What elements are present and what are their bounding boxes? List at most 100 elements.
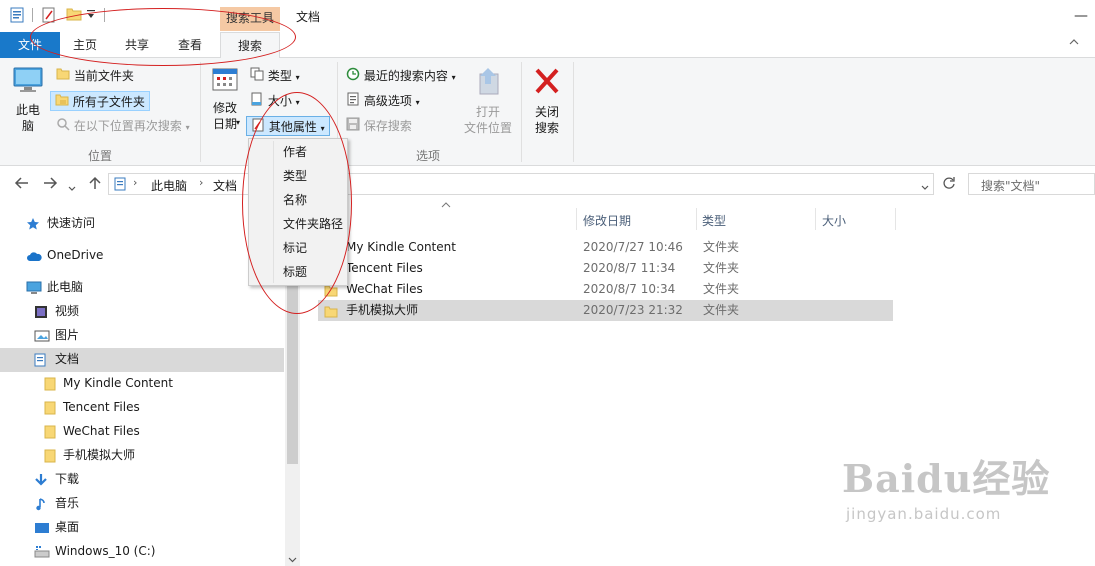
size-label: 大小: [267, 94, 292, 108]
this-pc-label: 此电 脑: [15, 103, 40, 133]
folder-icon: [44, 376, 56, 398]
menu-item-name[interactable]: 名称: [283, 189, 307, 211]
minimize-icon[interactable]: —: [1074, 8, 1088, 24]
nav-item-my-kindle-content[interactable]: My Kindle Content: [44, 372, 173, 394]
chevron-down-icon: ▾: [451, 73, 456, 82]
chevron-down-icon: ▾: [295, 73, 300, 82]
menu-item-type[interactable]: 类型: [283, 165, 307, 187]
recent-locations-chevron-icon[interactable]: [68, 180, 76, 196]
column-divider: [815, 208, 816, 230]
nav-item-label: 文档: [55, 352, 80, 366]
tab-home[interactable]: 主页: [60, 32, 110, 58]
nav-item-this-pc[interactable]: 此电脑: [26, 276, 83, 298]
forward-arrow-icon[interactable]: [42, 176, 58, 194]
tab-view[interactable]: 查看: [164, 32, 216, 58]
collapse-ribbon-icon[interactable]: [1069, 38, 1079, 49]
music-icon: [34, 496, 48, 518]
nav-item-drive-c[interactable]: Windows_10 (C:): [34, 540, 155, 562]
breadcrumb-chevron-icon[interactable]: ›: [199, 176, 203, 189]
chevron-down-icon: ▾: [295, 98, 300, 107]
nav-item-label: Tencent Files: [63, 400, 140, 414]
this-pc-button[interactable]: 此电 脑: [8, 64, 48, 134]
nav-item-desktop[interactable]: 桌面: [34, 516, 79, 538]
nav-item-wechat-files[interactable]: WeChat Files: [44, 420, 140, 442]
tab-file[interactable]: 文件: [0, 32, 60, 58]
folder-icon: [44, 400, 56, 422]
table-row[interactable]: Tencent Files 2020/8/7 11:34 文件夹: [318, 258, 893, 279]
column-divider: [895, 208, 896, 230]
file-date: 2020/7/23 21:32: [583, 303, 683, 317]
properties-icon[interactable]: [10, 7, 24, 26]
nav-item-downloads[interactable]: 下载: [34, 468, 79, 490]
file-name: My Kindle Content: [346, 240, 456, 254]
nav-item-phone-emulator[interactable]: 手机模拟大师: [44, 444, 135, 466]
cloud-icon: [26, 248, 42, 270]
scroll-down-arrow-icon[interactable]: [288, 556, 297, 566]
current-folder-button[interactable]: 当前文件夹: [52, 66, 138, 86]
file-explorer-window: 搜索工具 文档 — 文件 主页 共享 查看 搜索 此电 脑 当前文件夹 所有子文…: [0, 0, 1095, 566]
new-document-icon[interactable]: [42, 7, 56, 26]
menu-item-author[interactable]: 作者: [283, 141, 307, 163]
address-bar[interactable]: › 此电脑 › 文档: [108, 173, 934, 195]
tab-search[interactable]: 搜索: [220, 32, 280, 59]
back-arrow-icon[interactable]: [14, 176, 30, 194]
file-list-pane: 修改日期 类型 大小 My Kindle Content 2020/7/27 1…: [300, 202, 1095, 566]
file-type: 文件夹: [703, 303, 740, 317]
chevron-down-icon: ▾: [415, 98, 420, 107]
other-properties-button[interactable]: 其他属性 ▾: [246, 116, 330, 136]
customize-qa-icon[interactable]: [86, 8, 96, 23]
type-label: 类型: [267, 69, 292, 83]
nav-item-quick-access[interactable]: 快速访问: [26, 212, 95, 234]
all-subfolders-button[interactable]: 所有子文件夹: [50, 91, 150, 111]
column-header-size[interactable]: 大小: [822, 208, 846, 234]
nav-item-label: My Kindle Content: [63, 376, 173, 390]
search-again-button[interactable]: 在以下位置再次搜索 ▾: [52, 116, 194, 136]
save-search-button[interactable]: 保存搜索: [342, 116, 416, 136]
nav-item-music[interactable]: 音乐: [34, 492, 79, 514]
breadcrumb-chevron-icon[interactable]: ›: [133, 176, 137, 189]
table-row[interactable]: My Kindle Content 2020/7/27 10:46 文件夹: [318, 237, 893, 258]
nav-item-documents[interactable]: 文档: [34, 348, 79, 370]
group-divider: [573, 62, 574, 162]
close-search-button[interactable]: 关闭 搜索: [526, 64, 568, 136]
folder-icon: [44, 448, 56, 470]
nav-item-pictures[interactable]: 图片: [34, 324, 79, 346]
nav-item-onedrive[interactable]: OneDrive: [26, 244, 103, 266]
computer-icon: [12, 66, 44, 98]
folder-icon: [56, 67, 70, 87]
breadcrumb-documents[interactable]: 文档: [213, 177, 237, 194]
column-header-date-modified[interactable]: 修改日期: [583, 208, 631, 234]
all-subfolders-label: 所有子文件夹: [72, 95, 145, 109]
new-folder-icon[interactable]: [66, 7, 82, 24]
table-row[interactable]: 手机模拟大师 2020/7/23 21:32 文件夹: [318, 300, 893, 321]
menu-item-folder-path[interactable]: 文件夹路径: [283, 213, 343, 235]
menu-item-title[interactable]: 标题: [283, 261, 307, 283]
menu-item-tags[interactable]: 标记: [283, 237, 307, 259]
recent-searches-icon: [346, 67, 360, 87]
nav-item-label: 手机模拟大师: [63, 448, 136, 462]
nav-item-label: 下载: [55, 472, 80, 486]
table-row[interactable]: WeChat Files 2020/8/7 10:34 文件夹: [318, 279, 893, 300]
nav-item-videos[interactable]: 视频: [34, 300, 79, 322]
address-dropdown-icon[interactable]: [921, 180, 929, 194]
desktop-icon: [34, 520, 50, 542]
video-icon: [34, 304, 48, 326]
recent-searches-button[interactable]: 最近的搜索内容 ▾: [342, 66, 460, 86]
nav-item-label: OneDrive: [47, 248, 104, 262]
type-button[interactable]: 类型 ▾: [246, 66, 304, 86]
nav-item-tencent-files[interactable]: Tencent Files: [44, 396, 140, 418]
refresh-icon[interactable]: [942, 176, 956, 193]
search-again-icon: [56, 117, 70, 137]
open-file-location-button[interactable]: 打开 文件位置: [460, 64, 516, 136]
folder-icon: [324, 304, 338, 325]
quick-access-divider: [32, 8, 33, 22]
tab-share[interactable]: 共享: [112, 32, 162, 58]
open-file-location-label: 打开 文件位置: [463, 105, 512, 135]
breadcrumb-this-pc[interactable]: 此电脑: [151, 177, 187, 194]
advanced-options-button[interactable]: 高级选项 ▾: [342, 91, 424, 111]
column-header-type[interactable]: 类型: [702, 208, 726, 234]
size-button[interactable]: 大小 ▾: [246, 91, 304, 111]
subfolders-icon: [55, 93, 69, 113]
search-input[interactable]: 搜索"文档": [968, 173, 1095, 195]
up-arrow-icon[interactable]: [88, 176, 102, 194]
